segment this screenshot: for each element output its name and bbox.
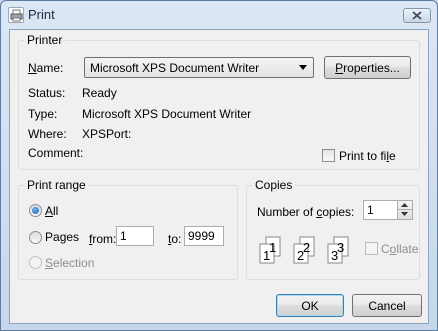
collate-page-3a: 3 <box>331 248 338 263</box>
arrow-down-icon <box>401 212 408 216</box>
copies-value: 1 <box>367 203 374 217</box>
number-of-copies-label: Number of copies: <box>257 205 355 219</box>
collate-checkbox[interactable] <box>365 242 378 255</box>
to-value: 9999 <box>188 229 215 243</box>
spin-up-button[interactable] <box>398 201 412 210</box>
print-to-file-checkbox[interactable] <box>322 149 335 162</box>
title-bar[interactable]: Print <box>1 1 437 29</box>
arrow-up-icon <box>401 203 408 207</box>
comment-label: Comment: <box>28 146 84 160</box>
selection-radio[interactable] <box>29 256 42 269</box>
copies-input[interactable]: 1 <box>363 200 399 220</box>
chevron-down-icon <box>299 65 307 70</box>
print-dialog: Print Printer Name: Microsoft XPS Docume… <box>0 0 438 331</box>
all-label[interactable]: All <box>45 204 58 218</box>
print-range-group-label: Print range <box>24 178 89 192</box>
selection-label[interactable]: Selection <box>45 256 94 270</box>
pages-label[interactable]: Pages <box>45 230 79 244</box>
printer-name-label: Name: <box>28 61 64 75</box>
printer-icon <box>8 7 24 23</box>
copies-group-label: Copies <box>252 178 296 192</box>
close-button[interactable] <box>403 8 431 23</box>
from-input[interactable]: 1 <box>116 226 154 246</box>
printer-name-select[interactable]: Microsoft XPS Document Writer <box>84 57 314 78</box>
close-icon <box>412 11 422 20</box>
status-value: Ready <box>82 86 117 100</box>
printer-group-label: Printer <box>24 33 66 47</box>
spin-down-button[interactable] <box>398 210 412 219</box>
from-value: 1 <box>120 229 127 243</box>
collate-page-1a: 1 <box>263 248 270 263</box>
window-title: Print <box>28 7 55 22</box>
pages-radio[interactable] <box>29 231 42 244</box>
collate-label[interactable]: Collate <box>381 242 418 256</box>
ok-button[interactable]: OK <box>276 294 344 317</box>
cancel-button[interactable]: Cancel <box>352 294 422 317</box>
dialog-body: Printer Name: Microsoft XPS Document Wri… <box>9 29 429 324</box>
where-label: Where: <box>28 127 67 141</box>
properties-button[interactable]: Properties... <box>324 56 411 79</box>
status-label: Status: <box>28 86 66 100</box>
from-label: from: <box>89 232 117 246</box>
to-input[interactable]: 9999 <box>184 226 224 246</box>
copies-spinner[interactable] <box>397 200 413 220</box>
collate-illustration-icon: 1 1 2 2 3 3 <box>259 236 349 264</box>
to-label: to: <box>168 232 182 246</box>
printer-name-value: Microsoft XPS Document Writer <box>90 61 260 75</box>
print-to-file-label[interactable]: Print to file <box>339 149 396 163</box>
all-radio[interactable] <box>29 204 42 217</box>
type-value: Microsoft XPS Document Writer <box>82 107 252 121</box>
where-value: XPSPort: <box>82 127 132 141</box>
type-label: Type: <box>28 107 58 121</box>
collate-page-2a: 2 <box>297 248 304 263</box>
